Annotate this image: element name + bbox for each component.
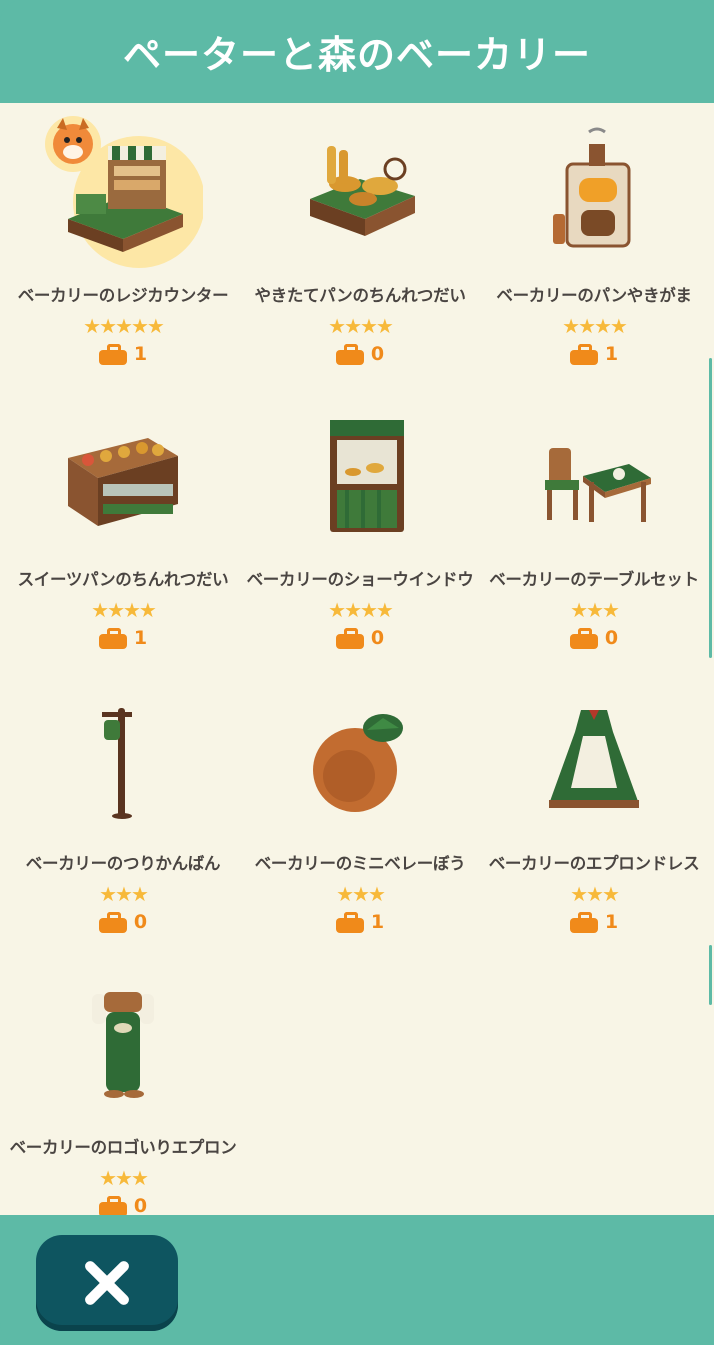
star-rating: ★★★ [99, 1166, 149, 1190]
close-icon [85, 1261, 129, 1305]
list-item[interactable]: やきたてパンのちんれつだい ★★★★ 0 [242, 116, 478, 400]
list-item[interactable]: ベーカリーのミニベレーぼう ★★★ 1 [242, 684, 478, 968]
show-window-icon [275, 400, 445, 546]
item-name: ベーカリーのテーブルセット [489, 570, 699, 589]
owned-count-row: 1 [98, 343, 148, 365]
owned-count: 0 [133, 911, 148, 933]
bag-icon [569, 911, 598, 933]
bag-icon [569, 343, 598, 365]
owned-count: 1 [133, 343, 148, 365]
owned-count-row: 1 [335, 911, 385, 933]
list-item[interactable]: ベーカリーのエプロンドレス ★★★ 1 [478, 684, 710, 968]
owned-count: 0 [370, 627, 385, 649]
table-set-icon [509, 400, 679, 546]
owned-count: 0 [604, 627, 619, 649]
mini-beret-icon [275, 684, 445, 830]
owned-count: 1 [604, 343, 619, 365]
logo-apron-icon [38, 968, 208, 1114]
star-rating: ★★★ [570, 598, 620, 622]
owned-count: 1 [604, 911, 619, 933]
owned-count: 1 [370, 911, 385, 933]
star-rating: ★★★★ [328, 598, 394, 622]
owned-count: 0 [133, 1195, 148, 1215]
register-counter-icon [38, 116, 208, 268]
owned-count-row: 1 [569, 343, 619, 365]
bread-oven-icon [509, 116, 679, 262]
star-rating: ★★★★ [328, 314, 394, 338]
item-name: ベーカリーのショーウインドウ [246, 570, 474, 589]
owned-count-row: 0 [569, 627, 619, 649]
sweets-bread-case-icon [38, 400, 208, 546]
header-bar: ペーターと森のベーカリー [0, 0, 714, 103]
bag-icon [98, 627, 127, 649]
apron-dress-icon [509, 684, 679, 830]
list-item[interactable]: ベーカリーのレジカウンター ★★★★★ 1 [4, 116, 242, 400]
bag-icon [335, 627, 364, 649]
list-item[interactable]: ベーカリーのテーブルセット ★★★ 0 [478, 400, 710, 684]
owned-count: 1 [133, 627, 148, 649]
star-rating: ★★★★ [562, 314, 628, 338]
star-rating: ★★★ [570, 882, 620, 906]
hanging-sign-icon [38, 684, 208, 830]
item-name: ベーカリーのパンやきがま [496, 286, 692, 305]
owned-count: 0 [370, 343, 385, 365]
bag-icon [98, 343, 127, 365]
list-item[interactable]: ベーカリーのショーウインドウ ★★★★ 0 [242, 400, 478, 684]
item-name: やきたてパンのちんれつだい [254, 286, 466, 305]
owned-count-row: 0 [335, 343, 385, 365]
star-rating: ★★★ [99, 882, 149, 906]
item-name: スイーツパンのちんれつだい [17, 570, 229, 589]
list-item[interactable]: ベーカリーのつりかんばん ★★★ 0 [4, 684, 242, 968]
item-name: ベーカリーのロゴいりエプロン [9, 1138, 237, 1157]
bread-display-stand-icon [275, 116, 445, 262]
item-grid: ベーカリーのレジカウンター ★★★★★ 1 やきたてパンのちんれつだい ★★★★… [4, 116, 710, 1215]
list-item[interactable]: ベーカリーのロゴいりエプロン ★★★ 0 [4, 968, 242, 1215]
list-item[interactable]: スイーツパンのちんれつだい ★★★★ 1 [4, 400, 242, 684]
modal-window: ペーターと森のベーカリー ベーカリーのレジカウンター ★★★★★ 1 やきたてパ… [0, 0, 714, 1345]
bag-icon [98, 911, 127, 933]
item-name: ベーカリーのエプロンドレス [488, 854, 700, 873]
item-name: ベーカリーのレジカウンター [17, 286, 229, 305]
item-name: ベーカリーのつりかんばん [25, 854, 221, 873]
close-button[interactable] [36, 1235, 178, 1331]
owned-count-row: 1 [569, 911, 619, 933]
list-item[interactable]: ベーカリーのパンやきがま ★★★★ 1 [478, 116, 710, 400]
star-rating: ★★★★★ [83, 314, 165, 338]
item-list-panel[interactable]: ベーカリーのレジカウンター ★★★★★ 1 やきたてパンのちんれつだい ★★★★… [0, 103, 714, 1215]
star-rating: ★★★ [336, 882, 386, 906]
owned-count-row: 1 [98, 627, 148, 649]
bag-icon [569, 627, 598, 649]
bag-icon [98, 1195, 127, 1215]
bag-icon [335, 911, 364, 933]
owned-count-row: 0 [98, 911, 148, 933]
page-title: ペーターと森のベーカリー [122, 33, 591, 77]
bag-icon [335, 343, 364, 365]
item-name: ベーカリーのミニベレーぼう [254, 854, 466, 873]
footer-bar [0, 1215, 714, 1345]
owned-count-row: 0 [98, 1195, 148, 1215]
owned-count-row: 0 [335, 627, 385, 649]
star-rating: ★★★★ [91, 598, 157, 622]
